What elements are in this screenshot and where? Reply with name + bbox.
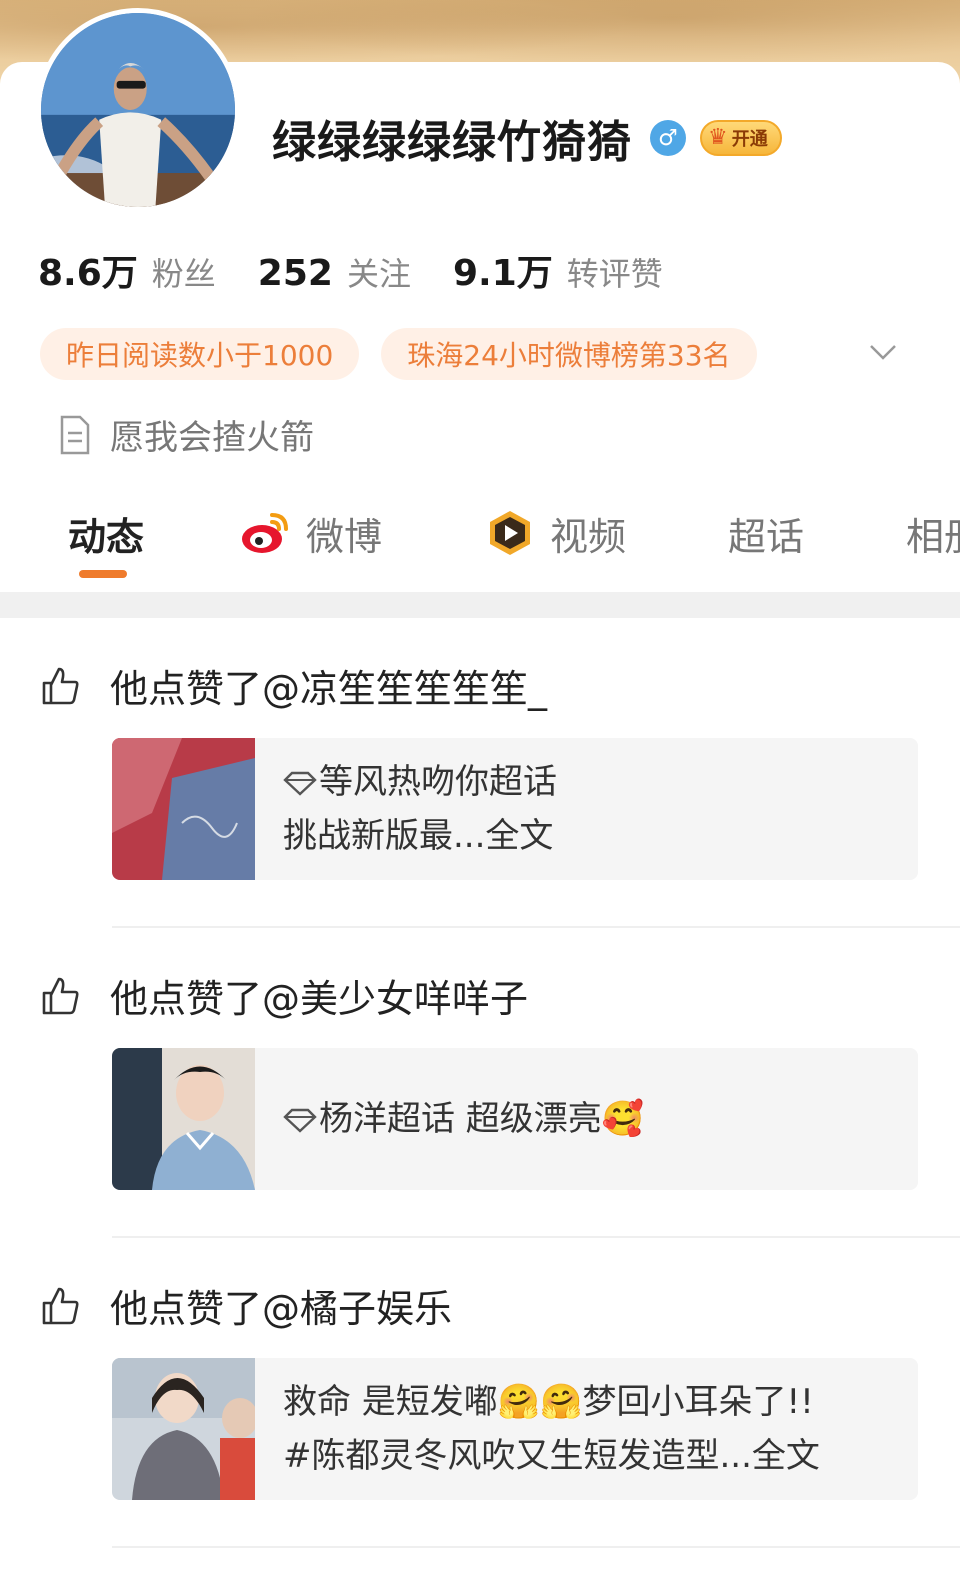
feed-item: 他点赞了@橘子娱乐 救命 是短发嘟🤗🤗梦回小耳朵了!! #陈都灵冬风吹又生短发造… xyxy=(0,1238,960,1548)
stat-number: 252 xyxy=(257,253,333,294)
section-divider xyxy=(0,592,960,618)
tag-ranking[interactable]: 珠海24小时微博榜第33名 xyxy=(381,328,757,380)
post-summary: 杨洋超话 超级漂亮🥰 xyxy=(255,1092,644,1146)
profile-stats: 8.6万 粉丝 252 关注 9.1万 转评赞 xyxy=(38,244,705,296)
tab-activity[interactable]: 动态 xyxy=(68,498,144,568)
stat-interactions[interactable]: 9.1万 转评赞 xyxy=(453,244,663,296)
stat-following[interactable]: 252 关注 xyxy=(258,249,411,295)
thumbs-up-icon xyxy=(42,1287,79,1324)
tab-super-topic[interactable]: 超话 xyxy=(728,498,804,568)
feed-action-text[interactable]: 他点赞了@凉笙笙笙笙笙_ xyxy=(110,658,547,713)
document-icon xyxy=(60,415,90,454)
post-thumbnail xyxy=(112,1358,255,1500)
tab-weibo[interactable]: 微博 xyxy=(240,498,382,568)
user-name: 绿绿绿绿绿竹猗猗 xyxy=(272,117,632,168)
post-thumbnail xyxy=(112,738,255,880)
tab-label: 相册 xyxy=(906,514,960,559)
stat-label: 粉丝 xyxy=(151,255,216,293)
tab-label: 视频 xyxy=(550,514,627,559)
liked-post-card[interactable]: 救命 是短发嘟🤗🤗梦回小耳朵了!! #陈都灵冬风吹又生短发造型...全文 xyxy=(112,1358,918,1500)
super-topic-diamond-icon xyxy=(283,771,317,796)
super-topic-diamond-icon xyxy=(283,1108,317,1133)
stat-label: 关注 xyxy=(346,255,411,293)
post-line: 挑战新版最...全文 xyxy=(283,816,554,856)
stat-label: 转评赞 xyxy=(566,255,663,293)
stat-number: 9.1万 xyxy=(452,253,553,294)
male-gender-icon: ♂ xyxy=(650,120,686,156)
feed-head: 他点赞了@美少女咩咩子 xyxy=(40,968,528,1023)
bio-row: 愿我会揸火箭 xyxy=(58,410,314,459)
tab-album[interactable]: 相册 xyxy=(906,498,960,568)
liked-post-card[interactable]: 等风热吻你超话 挑战新版最...全文 xyxy=(112,738,918,880)
stat-followers[interactable]: 8.6万 粉丝 xyxy=(38,244,216,296)
feed-item: 他点赞了@美少女咩咩子 杨洋超话 超级漂亮🥰 xyxy=(0,928,960,1238)
crown-icon: ♛ xyxy=(708,125,728,150)
post-line: 杨洋超话 超级漂亮🥰 xyxy=(283,1092,644,1146)
chevron-down-icon[interactable] xyxy=(868,340,898,364)
liked-post-card[interactable]: 杨洋超话 超级漂亮🥰 xyxy=(112,1048,918,1190)
post-line-text: 杨洋超话 超级漂亮🥰 xyxy=(319,1099,645,1139)
thumbs-up-icon xyxy=(42,667,79,704)
profile-tabs: 动态 微博 视频 超话 相册 xyxy=(0,498,960,588)
video-icon xyxy=(490,511,530,555)
feed-divider xyxy=(112,1546,960,1548)
active-tab-indicator xyxy=(79,570,127,578)
thumbs-up-icon xyxy=(42,977,79,1014)
tag-reading-count[interactable]: 昨日阅读数小于1000 xyxy=(40,328,360,380)
feed-action-text[interactable]: 他点赞了@美少女咩咩子 xyxy=(110,968,528,1023)
tab-label: 超话 xyxy=(728,514,805,559)
post-line-text: 等风热吻你超话 xyxy=(319,762,557,802)
feed-head: 他点赞了@橘子娱乐 xyxy=(40,1278,452,1333)
stat-number: 8.6万 xyxy=(38,253,138,294)
post-line: 等风热吻你超话 xyxy=(283,755,557,809)
tab-label: 动态 xyxy=(68,514,145,559)
post-line: #陈都灵冬风吹又生短发造型...全文 xyxy=(283,1436,820,1476)
vip-open-label: 开通 xyxy=(731,129,768,150)
bio-text: 愿我会揸火箭 xyxy=(110,418,314,458)
feed-action-text[interactable]: 他点赞了@橘子娱乐 xyxy=(110,1278,452,1333)
profile-tags: 昨日阅读数小于1000 珠海24小时微博榜第33名 xyxy=(40,328,940,380)
post-summary: 等风热吻你超话 挑战新版最...全文 xyxy=(255,755,557,863)
post-summary: 救命 是短发嘟🤗🤗梦回小耳朵了!! #陈都灵冬风吹又生短发造型...全文 xyxy=(255,1375,820,1483)
feed-item: 他点赞了@凉笙笙笙笙笙_ 等风热吻你超话 挑战新版最...全文 xyxy=(0,618,960,928)
profile-name-row: 绿绿绿绿绿竹猗猗 ♂ ♛ 开通 xyxy=(272,108,782,168)
weibo-logo-icon xyxy=(242,513,288,553)
feed-head: 他点赞了@凉笙笙笙笙笙_ xyxy=(40,658,547,713)
vip-open-button[interactable]: ♛ 开通 xyxy=(700,120,782,156)
post-thumbnail xyxy=(112,1048,255,1190)
post-line: 救命 是短发嘟🤗🤗梦回小耳朵了!! xyxy=(283,1382,814,1422)
tab-label: 微博 xyxy=(306,514,383,559)
avatar[interactable] xyxy=(36,8,240,212)
tab-video[interactable]: 视频 xyxy=(484,498,626,568)
